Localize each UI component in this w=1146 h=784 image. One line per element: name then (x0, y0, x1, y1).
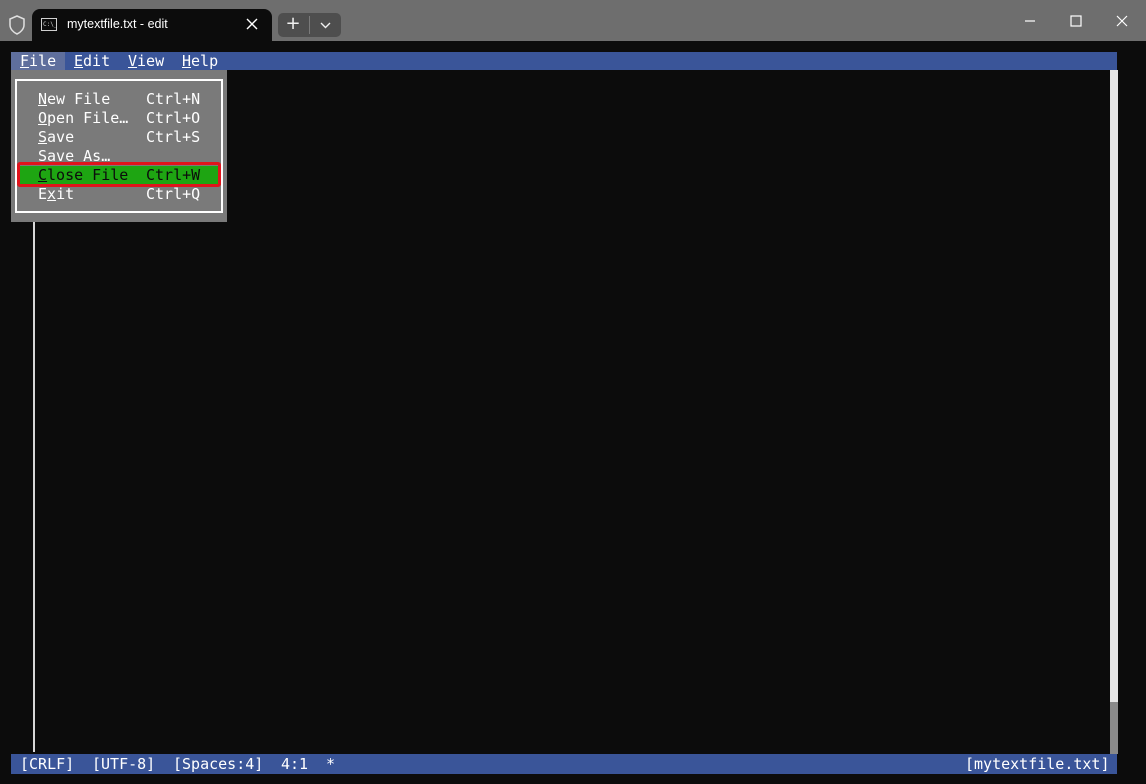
tab-dropdown-button[interactable] (310, 13, 341, 37)
minimize-icon (1025, 20, 1035, 22)
menu-item-save[interactable]: Save Ctrl+S (17, 128, 221, 147)
status-cursor-position: 4:1 (281, 755, 309, 773)
new-tab-button[interactable]: + (278, 13, 308, 37)
file-menu-frame: New File Ctrl+N Open File… Ctrl+O Save C… (15, 79, 223, 213)
terminal-icon: C:\_ (41, 18, 57, 31)
highlight-outline (17, 162, 221, 187)
menu-item-new-file[interactable]: New File Ctrl+N (17, 90, 221, 109)
scrollbar-thumb[interactable] (1110, 702, 1118, 754)
menu-item-open-file[interactable]: Open File… Ctrl+O (17, 109, 221, 128)
menu-view[interactable]: View (119, 52, 173, 70)
status-line-ending[interactable]: [CRLF] (20, 754, 74, 774)
menu-file[interactable]: File (11, 52, 66, 70)
close-icon (1116, 15, 1128, 27)
maximize-icon (1070, 15, 1082, 27)
menu-item-exit[interactable]: Exit Ctrl+Q (17, 185, 221, 204)
shortcut-label: Ctrl+O (146, 109, 201, 127)
status-indent[interactable]: [Spaces:4] (173, 754, 263, 774)
menu-bar: File Edit View Help (11, 52, 1117, 70)
tab-mytextfile[interactable]: C:\_ mytextfile.txt - edit (32, 9, 272, 41)
chevron-down-icon (320, 22, 331, 29)
maximize-button[interactable] (1061, 10, 1091, 32)
minimize-button[interactable] (1015, 10, 1045, 32)
close-icon (246, 18, 258, 30)
shortcut-label: Ctrl+S (146, 128, 201, 146)
status-encoding[interactable]: [UTF-8] (92, 754, 155, 774)
text-cursor (33, 222, 35, 752)
file-menu-dropdown: New File Ctrl+N Open File… Ctrl+O Save C… (11, 70, 227, 222)
shortcut-label: Ctrl+Q (146, 185, 201, 203)
title-bar: C:\_ mytextfile.txt - edit + (0, 0, 1146, 41)
status-modified: * (326, 755, 336, 773)
scrollbar-track[interactable] (1110, 70, 1118, 754)
new-tab-group: + (278, 13, 341, 37)
menu-help[interactable]: Help (173, 52, 227, 70)
tab-title: mytextfile.txt - edit (67, 17, 168, 31)
menu-edit[interactable]: Edit (65, 52, 119, 70)
close-window-button[interactable] (1107, 10, 1137, 32)
status-filename: [mytextfile.txt] (965, 755, 1110, 773)
status-bar: [CRLF] [UTF-8] [Spaces:4] 4:1 * [mytextf… (11, 754, 1117, 774)
shortcut-label: Ctrl+N (146, 90, 201, 108)
close-tab-button[interactable] (242, 14, 262, 34)
shield-icon (9, 15, 25, 35)
